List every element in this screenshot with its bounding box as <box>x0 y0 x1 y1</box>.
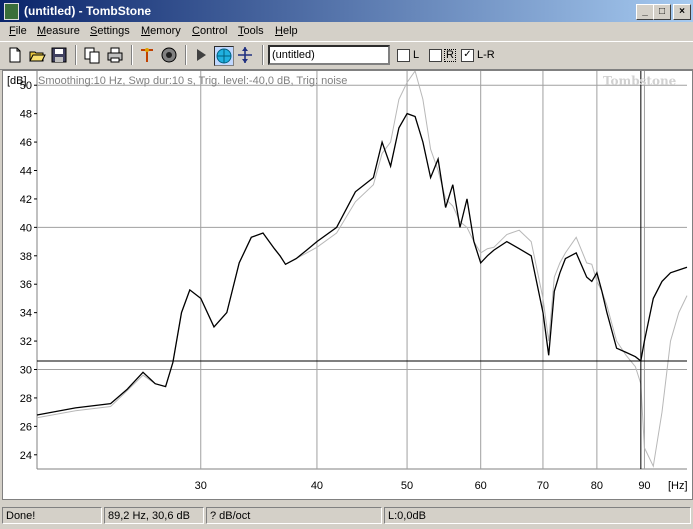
maximize-button[interactable]: □ <box>653 4 671 20</box>
tombstone-app-icon <box>4 3 19 20</box>
y-tick-label: 26 <box>20 421 32 433</box>
y-tick-label: 32 <box>20 336 32 348</box>
move-arrows-icon[interactable] <box>236 46 254 64</box>
y-tick-label: 46 <box>20 137 32 149</box>
checkbox-l-label: L <box>413 49 420 61</box>
x-tick-label: 70 <box>537 480 549 492</box>
menu-memory[interactable]: Memory <box>141 25 181 37</box>
antenna-icon[interactable] <box>138 46 156 64</box>
y-tick-label: 48 <box>20 109 32 121</box>
toolbar: (untitled) L R ✓ L-R <box>0 41 693 70</box>
y-tick-label: 24 <box>20 450 32 462</box>
tombstone-watermark: Tombstone <box>603 74 677 88</box>
new-file-icon[interactable] <box>6 46 24 64</box>
y-tick-label: 38 <box>20 251 32 263</box>
menu-bar: File Measure Settings Memory Control Too… <box>0 22 693 40</box>
series-line <box>36 71 688 468</box>
measurement-name-input[interactable]: (untitled) <box>268 45 390 65</box>
y-tick-label: 36 <box>20 279 32 291</box>
y-tick-label: 40 <box>20 222 32 234</box>
series-lines <box>36 71 688 468</box>
toolbar-separator <box>262 45 264 65</box>
status-message: Done! <box>2 507 102 524</box>
window-title: (untitled) - TombStone <box>24 4 152 18</box>
x-tick-label: 30 <box>195 480 207 492</box>
menu-tools[interactable]: Tools <box>238 25 264 37</box>
play-icon[interactable] <box>192 46 210 64</box>
menu-settings[interactable]: Settings <box>90 25 130 37</box>
status-bar: Done! 89,2 Hz, 30,6 dB ? dB/oct L:0,0dB <box>0 505 693 529</box>
toolbar-separator <box>75 45 77 65</box>
frequency-response-plot[interactable]: 24 26 28 30 32 34 36 38 40 42 44 46 48 50 30 40 50 60 70 8… <box>2 70 693 500</box>
x-tick-label: 50 <box>401 480 413 492</box>
close-button[interactable]: × <box>673 4 691 20</box>
save-icon[interactable] <box>50 46 68 64</box>
y-tick-label: 34 <box>20 308 32 320</box>
open-folder-icon[interactable] <box>28 46 46 64</box>
plot-canvas[interactable]: 24 26 28 30 32 34 36 38 40 42 44 46 48 50 30 40 50 60 70 8… <box>3 71 692 499</box>
y-tick-label: 30 <box>20 365 32 377</box>
x-unit-label: [Hz] <box>668 480 688 492</box>
x-tick-label: 90 <box>638 480 650 492</box>
measurement-info: Smoothing:10 Hz, Swp dur:10 s, Trig. lev… <box>38 75 347 87</box>
x-tick-labels: 30 40 50 60 70 80 90 <box>195 480 651 492</box>
x-tick-label: 40 <box>311 480 323 492</box>
checkbox-r-label: R <box>444 49 456 62</box>
globe-icon[interactable] <box>214 46 234 66</box>
toolbar-separator <box>185 45 187 65</box>
menu-control[interactable]: Control <box>192 25 227 37</box>
y-tick-label: 44 <box>20 166 32 178</box>
cursor-crosshair[interactable] <box>37 71 687 469</box>
speaker-icon[interactable] <box>160 46 178 64</box>
minimize-button[interactable]: _ <box>636 4 654 20</box>
checkbox-lr-label: L-R <box>477 49 495 61</box>
slope-readout: ? dB/oct <box>206 507 382 524</box>
checkbox-l[interactable] <box>397 49 410 62</box>
y-tick-labels: 2426283032343638404244464850 <box>20 80 32 462</box>
y-tick-label: 28 <box>20 393 32 405</box>
x-tick-label: 80 <box>591 480 603 492</box>
copy-icon[interactable] <box>83 46 101 64</box>
checkbox-lr[interactable]: ✓ <box>461 49 474 62</box>
print-icon[interactable] <box>106 46 124 64</box>
cursor-readout: 89,2 Hz, 30,6 dB <box>104 507 204 524</box>
y-unit-label: [dB] <box>7 75 27 87</box>
x-tick-label: 60 <box>475 480 487 492</box>
checkbox-r[interactable] <box>429 49 442 62</box>
level-readout: L:0,0dB <box>384 507 691 524</box>
menu-help[interactable]: Help <box>275 25 298 37</box>
grid <box>34 71 687 470</box>
menu-file[interactable]: File <box>9 25 27 37</box>
menu-measure[interactable]: Measure <box>37 25 80 37</box>
y-tick-label: 42 <box>20 194 32 206</box>
toolbar-separator <box>131 45 133 65</box>
title-bar[interactable]: (untitled) - TombStone _ □ × <box>0 0 693 22</box>
